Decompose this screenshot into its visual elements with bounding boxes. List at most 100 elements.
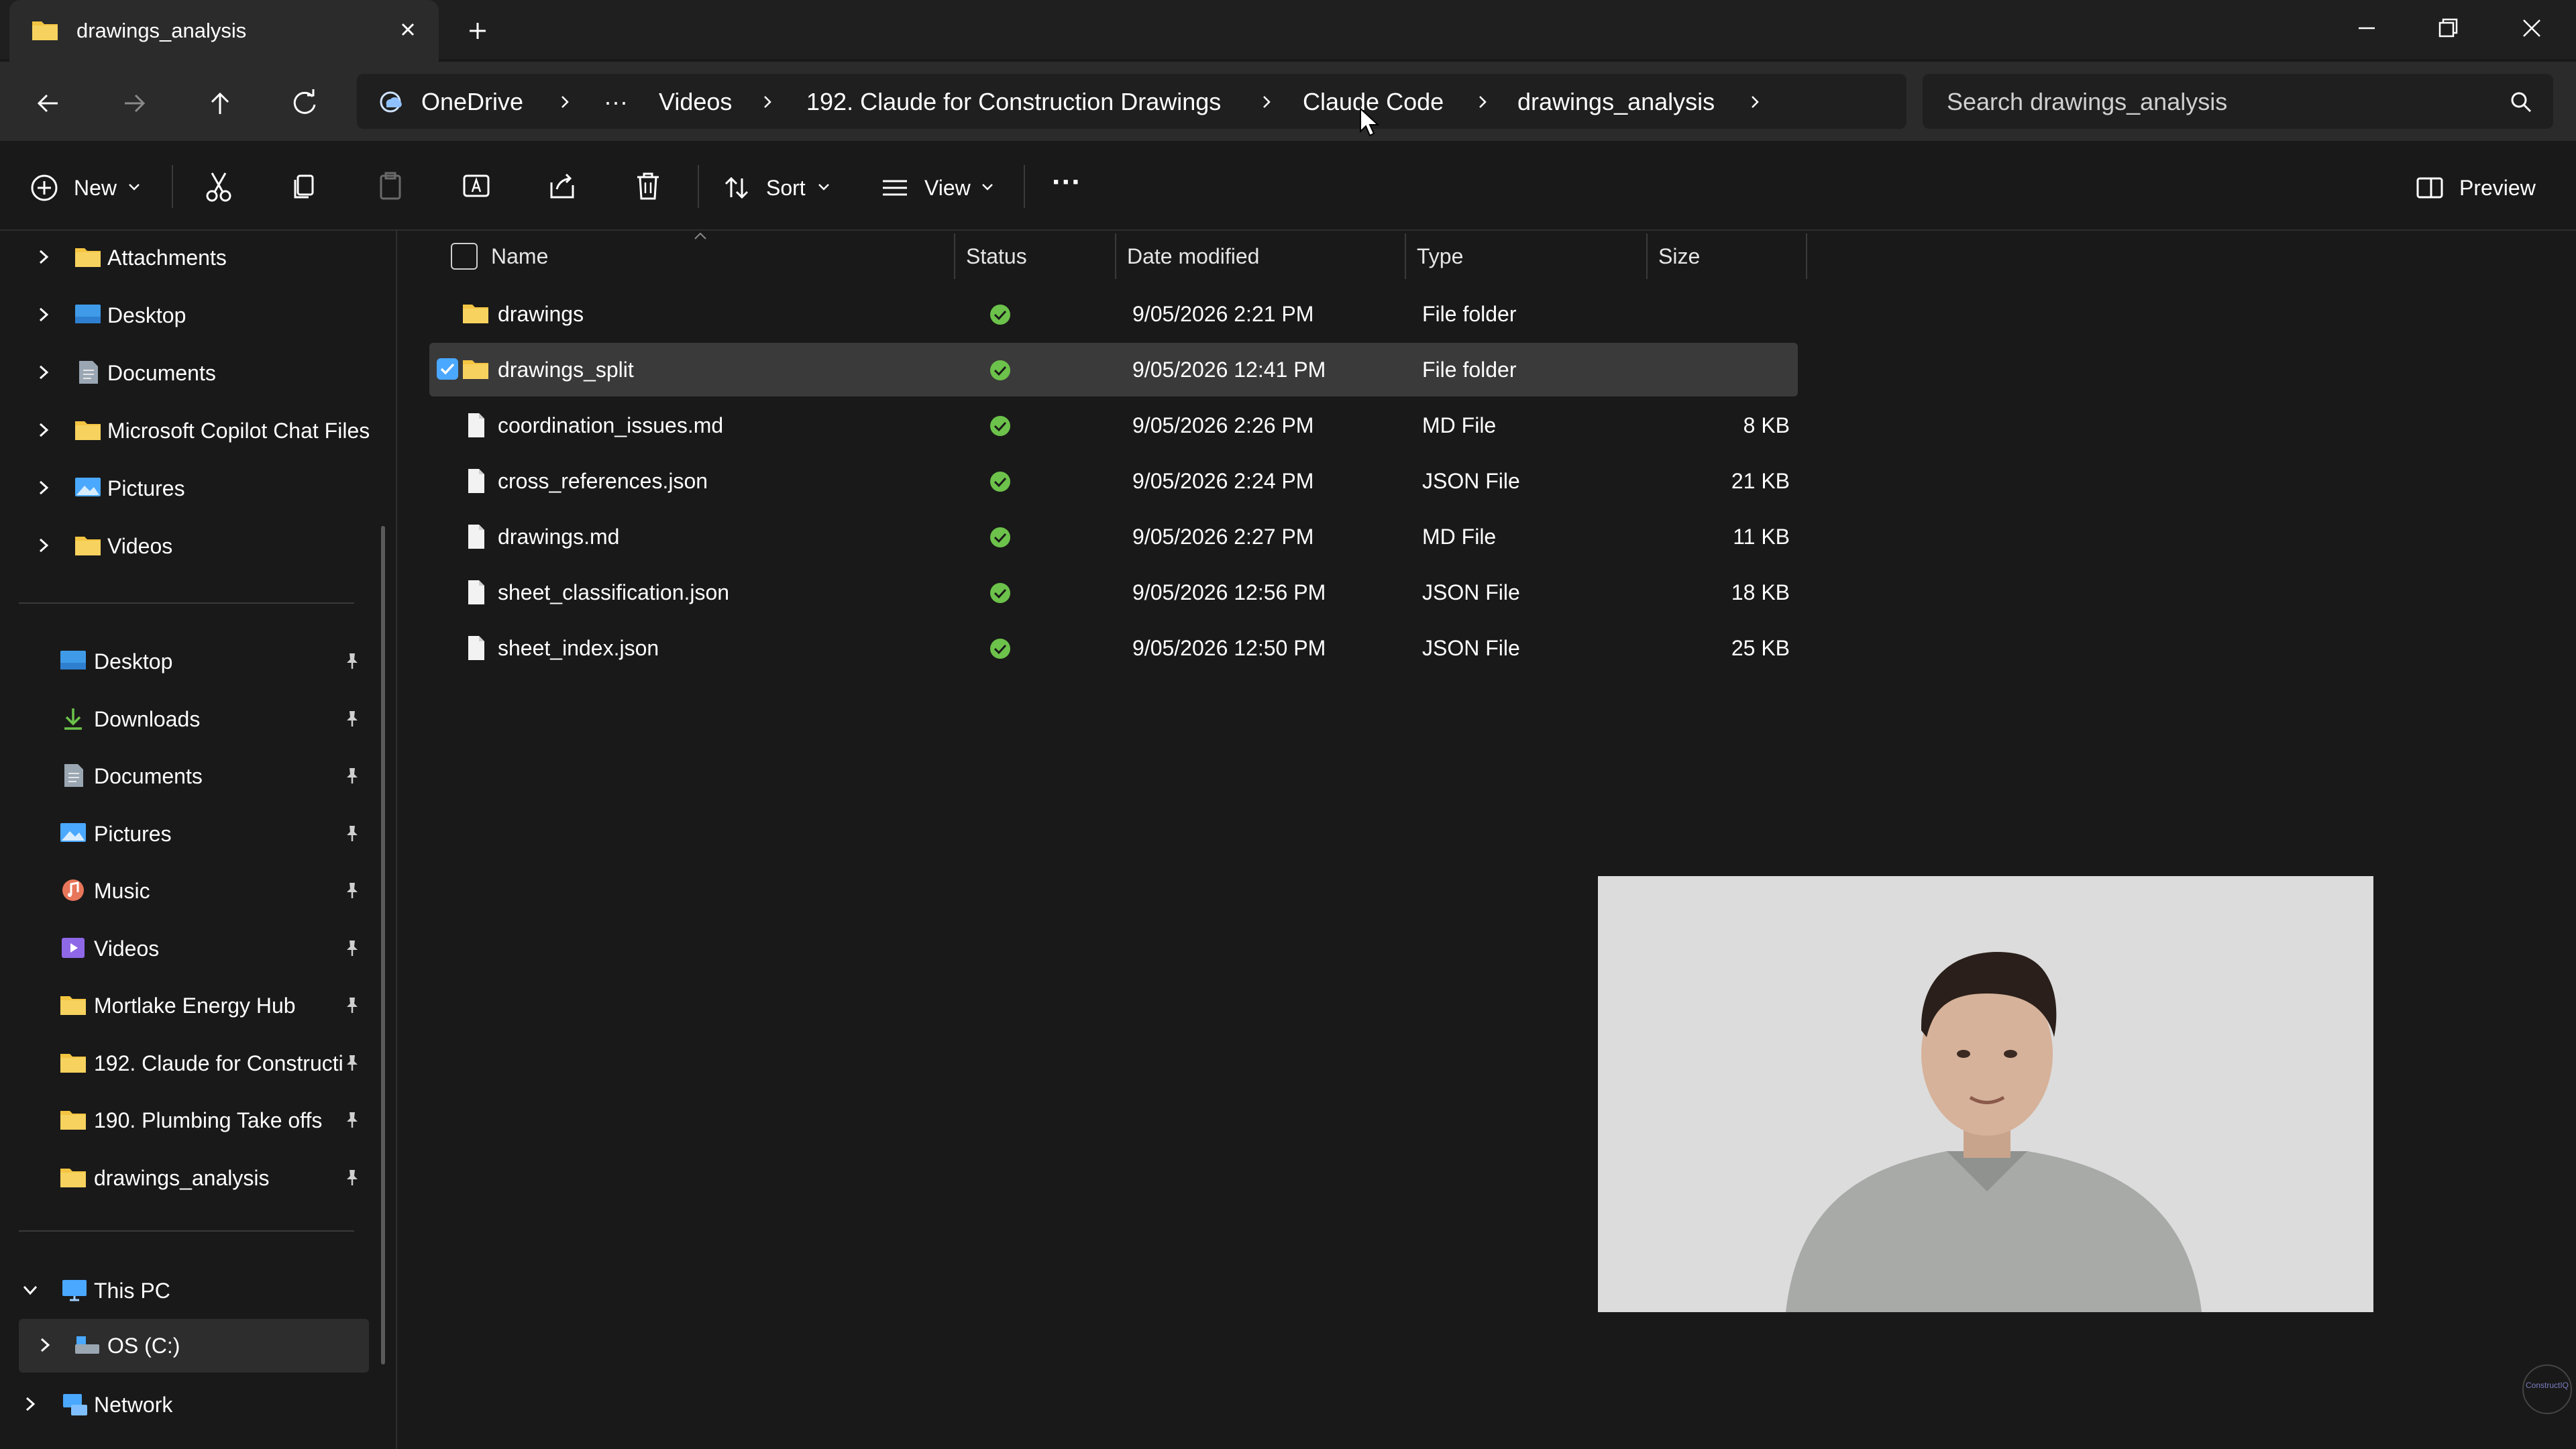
- chevron-right-icon[interactable]: [34, 305, 54, 325]
- quick-access-music[interactable]: Music: [0, 864, 376, 918]
- chevron-right-icon[interactable]: [34, 362, 54, 382]
- sidebar-item-documents[interactable]: Documents: [0, 346, 376, 400]
- quick-access-desktop[interactable]: Desktop: [0, 635, 376, 688]
- sort-button[interactable]: Sort: [722, 165, 836, 208]
- file-row[interactable]: drawings.md 9/05/2026 2:27 PM MD File 11 KB: [429, 510, 1798, 564]
- chevron-right-icon[interactable]: [1258, 94, 1275, 110]
- quick-access-documents[interactable]: Documents: [0, 749, 376, 803]
- sidebar-item-this-pc[interactable]: This PC: [0, 1264, 376, 1318]
- sidebar-item-attachments[interactable]: Attachments: [0, 231, 376, 284]
- paste-button[interactable]: [372, 165, 409, 208]
- sidebar-item-videos[interactable]: Videos: [0, 519, 376, 573]
- quick-access-mortlake-energy-hub[interactable]: Mortlake Energy Hub: [0, 979, 376, 1032]
- sidebar-item-desktop[interactable]: Desktop: [0, 288, 376, 342]
- search-icon[interactable]: [2508, 89, 2534, 115]
- restore-button[interactable]: [2423, 8, 2471, 48]
- pin-icon[interactable]: [342, 823, 362, 843]
- chevron-right-icon[interactable]: [34, 478, 54, 498]
- pin-icon[interactable]: [342, 651, 362, 671]
- chevron-right-icon[interactable]: [34, 247, 54, 267]
- sidebar-item-pictures[interactable]: Pictures: [0, 462, 376, 515]
- sidebar-item-os-drive[interactable]: OS (C:): [19, 1319, 369, 1373]
- rename-button[interactable]: [458, 165, 495, 208]
- cut-button[interactable]: [200, 165, 237, 208]
- pin-icon[interactable]: [342, 938, 362, 958]
- document-icon: [74, 360, 102, 385]
- up-button[interactable]: [199, 82, 241, 125]
- quick-access-drawings-analysis[interactable]: drawings_analysis: [0, 1151, 376, 1205]
- breadcrumb-onedrive[interactable]: OneDrive: [421, 89, 523, 115]
- column-divider[interactable]: [1806, 233, 1807, 279]
- column-divider[interactable]: [1646, 233, 1648, 279]
- view-button[interactable]: View: [880, 165, 1002, 208]
- tab-drawings-analysis[interactable]: drawings_analysis: [9, 0, 439, 62]
- folder-icon: [31, 17, 59, 42]
- preview-button[interactable]: Preview: [2415, 165, 2549, 208]
- file-row[interactable]: drawings 9/05/2026 2:21 PM File folder: [429, 287, 1798, 341]
- chevron-right-icon[interactable]: [1747, 94, 1763, 110]
- file-name[interactable]: drawings_split: [498, 356, 634, 383]
- file-name[interactable]: drawings.md: [498, 523, 619, 550]
- pin-icon[interactable]: [342, 765, 362, 786]
- pin-icon[interactable]: [342, 1110, 362, 1130]
- close-tab-icon[interactable]: [393, 15, 423, 44]
- copy-button[interactable]: [286, 165, 323, 208]
- column-divider[interactable]: [954, 233, 955, 279]
- file-row[interactable]: sheet_index.json 9/05/2026 12:50 PM JSON F…: [429, 621, 1798, 675]
- sidebar-scrollbar[interactable]: [381, 526, 385, 1364]
- file-name[interactable]: drawings: [498, 301, 584, 327]
- quick-access-pictures[interactable]: Pictures: [0, 807, 376, 861]
- column-divider[interactable]: [1115, 233, 1116, 279]
- breadcrumb-drawings-analysis[interactable]: drawings_analysis: [1517, 89, 1715, 115]
- close-window-button[interactable]: [2508, 8, 2556, 48]
- search-input[interactable]: Search drawings_analysis: [1947, 89, 2227, 115]
- pin-icon[interactable]: [342, 1053, 362, 1073]
- pin-icon[interactable]: [342, 995, 362, 1015]
- chevron-right-icon[interactable]: [34, 535, 54, 555]
- column-header-name[interactable]: Name: [491, 243, 548, 270]
- file-row[interactable]: cross_references.json 9/05/2026 2:24 PM JS…: [429, 454, 1798, 508]
- chevron-right-icon[interactable]: [34, 420, 54, 440]
- chevron-right-icon[interactable]: [1474, 94, 1491, 110]
- column-divider[interactable]: [1405, 233, 1406, 279]
- pin-icon[interactable]: [342, 1167, 362, 1187]
- quick-access-videos[interactable]: Videos: [0, 922, 376, 975]
- sidebar-item-network[interactable]: Network: [0, 1378, 376, 1432]
- column-header-size[interactable]: Size: [1658, 243, 1700, 270]
- column-header-status[interactable]: Status: [966, 243, 1027, 270]
- sidebar-item-microsoft-copilot-chat-files[interactable]: Microsoft Copilot Chat Files: [0, 404, 376, 458]
- row-checkbox[interactable]: [436, 358, 459, 380]
- pin-icon[interactable]: [342, 880, 362, 900]
- breadcrumb-192-claude[interactable]: 192. Claude for Construction Drawings: [806, 89, 1221, 115]
- new-tab-button[interactable]: [459, 15, 496, 47]
- address-bar[interactable]: OneDrive ··· Videos 192. Claude for Cons…: [357, 74, 1907, 137]
- file-row[interactable]: sheet_classification.json 9/05/2026 12:56…: [429, 566, 1798, 619]
- search-box[interactable]: Search drawings_analysis: [1923, 74, 2553, 129]
- column-header-date-modified[interactable]: Date modified: [1127, 243, 1259, 270]
- chevron-right-icon[interactable]: [759, 94, 775, 110]
- column-header-type[interactable]: Type: [1417, 243, 1463, 270]
- new-button[interactable]: New: [30, 165, 150, 208]
- quick-access-downloads[interactable]: Downloads: [0, 692, 376, 746]
- file-name[interactable]: cross_references.json: [498, 468, 708, 494]
- refresh-button[interactable]: [283, 82, 326, 125]
- file-name[interactable]: sheet_classification.json: [498, 579, 729, 606]
- sidebar-item-label: Pictures: [107, 476, 185, 500]
- quick-access-192-claude-for-constructi[interactable]: 192. Claude for Constructi: [0, 1036, 376, 1090]
- forward-button[interactable]: [113, 82, 156, 125]
- file-row[interactable]: coordination_issues.md 9/05/2026 2:26 PM M…: [429, 398, 1798, 452]
- breadcrumb-more[interactable]: ···: [604, 89, 628, 115]
- file-name[interactable]: coordination_issues.md: [498, 412, 723, 439]
- pin-icon[interactable]: [342, 708, 362, 729]
- select-all-checkbox[interactable]: [451, 243, 478, 270]
- breadcrumb-videos[interactable]: Videos: [659, 89, 732, 115]
- file-name[interactable]: sheet_index.json: [498, 635, 659, 661]
- more-options-button[interactable]: ···: [1048, 165, 1088, 208]
- quick-access-190-plumbing-take-offs[interactable]: 190. Plumbing Take offs: [0, 1093, 376, 1147]
- delete-button[interactable]: [629, 165, 667, 208]
- back-button[interactable]: [27, 82, 70, 125]
- share-button[interactable]: [543, 165, 581, 208]
- minimize-button[interactable]: [2343, 8, 2391, 48]
- file-row[interactable]: drawings_split 9/05/2026 12:41 PM File fol…: [429, 343, 1798, 396]
- chevron-right-icon[interactable]: [557, 94, 573, 110]
